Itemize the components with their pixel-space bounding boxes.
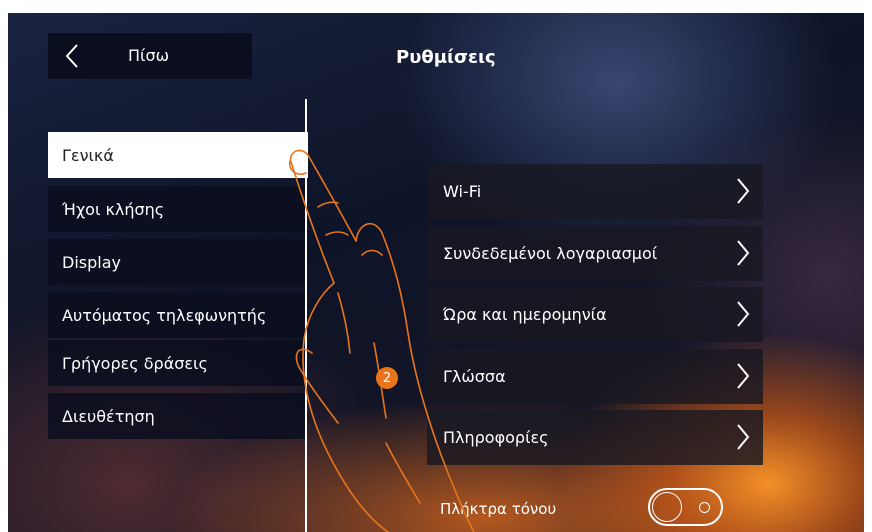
sidebar-item-general[interactable]: Γενικά	[48, 132, 308, 178]
back-label: Πίσω	[128, 46, 169, 65]
chevron-right-icon	[737, 178, 750, 204]
sidebar-item-configuration[interactable]: Διευθέτηση	[48, 393, 306, 439]
sidebar-item-label: Display	[62, 252, 121, 272]
list-item-label: Πληροφορίες	[443, 428, 549, 447]
menu-divider	[305, 99, 307, 532]
chevron-right-icon	[737, 363, 750, 389]
keytone-toggle[interactable]	[648, 488, 723, 526]
sidebar-item-answering-machine[interactable]: Αυτόματος τηλεφωνητής	[48, 292, 306, 338]
sidebar-item-label: Διευθέτηση	[62, 406, 155, 426]
chevron-right-icon	[737, 424, 750, 450]
list-item-info[interactable]: Πληροφορίες	[427, 410, 763, 465]
list-item-linked-accounts[interactable]: Συνδεδεμένοι λογαριασμοί	[427, 226, 763, 281]
sidebar-item-label: Γρήγορες δράσεις	[62, 353, 208, 373]
list-item-wifi[interactable]: Wi-Fi	[427, 164, 763, 219]
list-item-label: Wi-Fi	[443, 182, 482, 201]
chevron-left-icon	[65, 44, 78, 68]
list-item-date-time[interactable]: Ώρα και ημερομηνία	[427, 287, 763, 342]
chevron-right-icon	[737, 240, 750, 266]
chevron-right-icon	[737, 301, 750, 327]
sidebar-item-label: Γενικά	[62, 145, 114, 165]
sidebar-item-display[interactable]: Display	[48, 239, 306, 285]
list-item-label: Γλώσσα	[443, 367, 506, 386]
sidebar-item-quick-actions[interactable]: Γρήγορες δράσεις	[48, 340, 306, 386]
step-badge: 2	[376, 367, 398, 389]
toggle-off-indicator	[699, 502, 710, 513]
keytone-label: Πλήκτρα τόνου	[440, 500, 557, 518]
back-button[interactable]: Πίσω	[48, 33, 252, 79]
sidebar-item-ringtones[interactable]: Ήχοι κλήσης	[48, 186, 306, 232]
list-item-label: Συνδεδεμένοι λογαριασμοί	[443, 244, 658, 263]
screen: Πίσω Ρυθμίσεις Γενικά Ήχοι κλήσης Displa…	[8, 13, 864, 532]
sidebar-item-label: Αυτόματος τηλεφωνητής	[62, 305, 267, 325]
list-item-language[interactable]: Γλώσσα	[427, 349, 763, 404]
page-title: Ρυθμίσεις	[396, 47, 496, 68]
toggle-knob	[652, 492, 682, 522]
list-item-label: Ώρα και ημερομηνία	[443, 305, 607, 324]
sidebar-item-label: Ήχοι κλήσης	[62, 199, 165, 219]
